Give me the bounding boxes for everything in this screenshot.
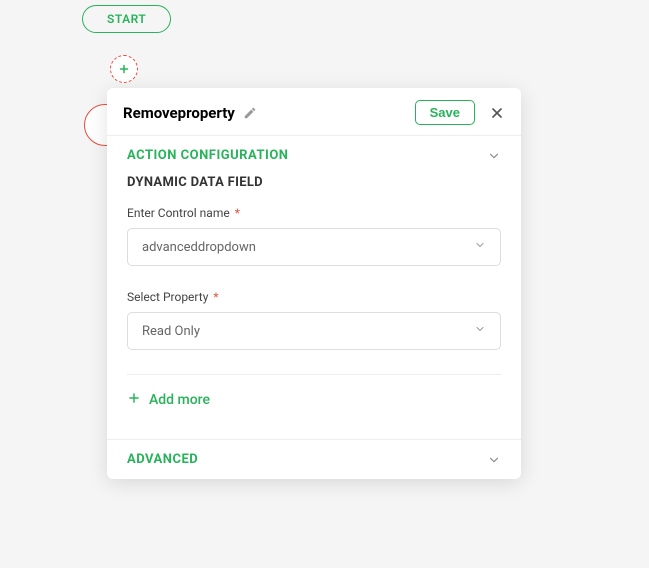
save-button[interactable]: Save	[415, 100, 475, 125]
edit-icon[interactable]	[243, 106, 257, 120]
section-label: ACTION CONFIGURATION	[127, 148, 288, 163]
panel-body: DYNAMIC DATA FIELD Enter Control name * …	[107, 175, 521, 439]
add-more-button[interactable]: Add more	[127, 389, 501, 427]
plus-icon	[127, 391, 141, 409]
section-action-configuration[interactable]: ACTION CONFIGURATION	[107, 135, 521, 175]
section-advanced[interactable]: ADVANCED	[107, 439, 521, 479]
chevron-down-icon	[487, 453, 501, 467]
required-indicator: *	[232, 206, 240, 220]
section-label: ADVANCED	[127, 452, 198, 467]
required-indicator: *	[210, 290, 218, 304]
action-panel: Removeproperty Save ACTION CONFIGURATION…	[107, 88, 521, 479]
plus-icon	[118, 60, 130, 79]
dynamic-data-field-heading: DYNAMIC DATA FIELD	[127, 175, 501, 190]
control-name-value: advanceddropdown	[142, 240, 256, 255]
select-property-value: Read Only	[142, 324, 200, 339]
chevron-down-icon	[474, 239, 486, 255]
start-node[interactable]: START	[82, 5, 171, 33]
select-property-select[interactable]: Read Only	[127, 312, 501, 350]
chevron-down-icon	[487, 149, 501, 163]
add-step-node[interactable]	[110, 55, 138, 83]
chevron-down-icon	[474, 323, 486, 339]
close-button[interactable]	[489, 105, 505, 121]
panel-header: Removeproperty Save	[107, 88, 521, 135]
start-label: START	[107, 12, 146, 26]
add-more-label: Add more	[149, 392, 210, 408]
control-name-label: Enter Control name *	[127, 206, 501, 220]
select-property-label: Select Property *	[127, 290, 501, 304]
control-name-select[interactable]: advanceddropdown	[127, 228, 501, 266]
panel-title: Removeproperty	[123, 104, 235, 122]
divider	[127, 374, 501, 375]
